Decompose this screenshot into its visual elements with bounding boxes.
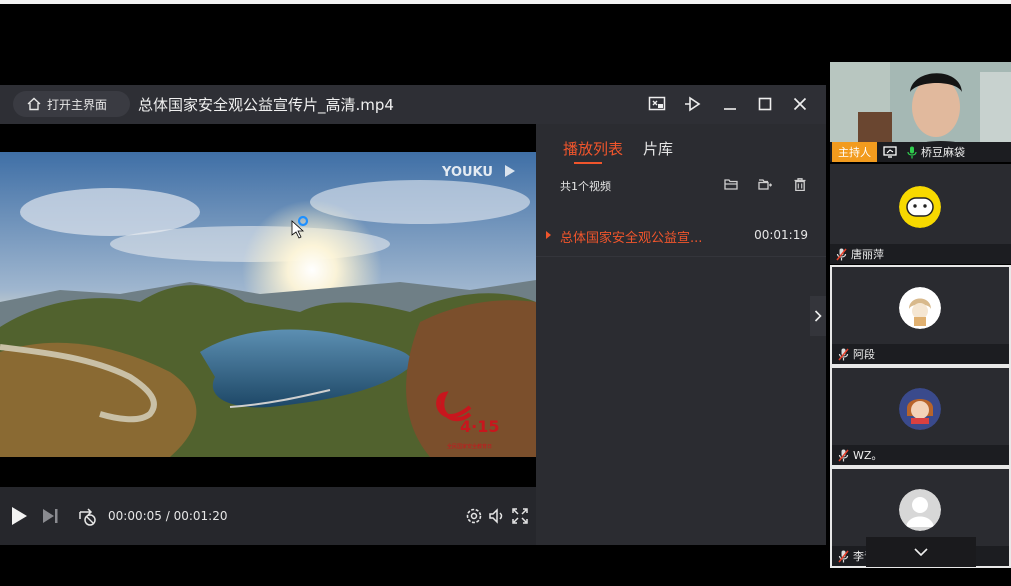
participant-tile[interactable]: 主持人 桥豆麻袋 [830, 62, 1011, 162]
add-to-list-icon[interactable] [757, 176, 773, 192]
playlist-item-duration: 00:01:19 [754, 228, 808, 242]
host-badge: 主持人 [832, 142, 877, 162]
participant-name: 阿段 [853, 348, 875, 361]
pin-icon[interactable] [684, 95, 702, 113]
top-border [0, 0, 1011, 4]
participant-namebar: 阿段 [832, 344, 1009, 364]
loop-icon[interactable] [76, 505, 98, 527]
youku-watermark-text: YOUKU [441, 165, 493, 180]
mic-muted-icon [838, 348, 849, 361]
maximize-icon[interactable] [756, 95, 774, 113]
mic-muted-icon [836, 248, 847, 261]
playlist-item[interactable]: 总体国家安全观公益宣... 00:01:19 [536, 216, 826, 257]
participant-name: 桥豆麻袋 [921, 146, 965, 159]
participant-namebar: WZ。 [832, 445, 1009, 465]
video-scene: YOUKU 4·15 全民国家安全教育日 [0, 152, 536, 457]
open-folder-icon[interactable] [723, 176, 739, 192]
settings-icon[interactable] [463, 505, 485, 527]
time-display: 00:00:05 / 00:01:20 [108, 509, 228, 523]
participant-tile[interactable]: 阿段 [830, 265, 1011, 366]
mini-mode-icon[interactable] [648, 95, 666, 113]
participant-tile[interactable]: 唐丽萍 [830, 164, 1011, 264]
playing-indicator-icon [546, 231, 551, 239]
badge-caption: 全民国家安全教育日 [447, 443, 492, 450]
scroll-down-button[interactable] [866, 537, 976, 567]
video-title: 总体国家安全观公益宣传片_高清.mp4 [138, 96, 394, 114]
participant-name: 唐丽萍 [851, 248, 884, 261]
mic-muted-icon [838, 449, 849, 462]
avatar [899, 186, 941, 228]
open-main-label: 打开主界面 [47, 97, 108, 112]
collapse-playlist-button[interactable] [810, 296, 826, 336]
screen-share-icon [883, 146, 897, 158]
chevron-right-icon [814, 310, 822, 322]
badge-number: 4·15 [460, 417, 499, 436]
mic-on-icon [907, 146, 917, 159]
home-icon [27, 97, 41, 111]
play-button[interactable] [8, 505, 30, 527]
video-player-window: 打开主界面 总体国家安全观公益宣传片_高清.mp4 YOUKU 4·15 全民国… [0, 85, 826, 545]
fullscreen-icon[interactable] [509, 505, 531, 527]
participant-namebar: 主持人 桥豆麻袋 [830, 142, 1011, 162]
playlist-panel: 播放列表 片库 共1个视频 总体国家安全观公益宣... 00:01:19 [536, 124, 826, 545]
playback-controls: 00:00:05 / 00:01:20 [0, 487, 536, 545]
playlist-item-name: 总体国家安全观公益宣... [560, 231, 703, 246]
video-frame[interactable]: YOUKU 4·15 全民国家安全教育日 [0, 152, 536, 457]
open-main-button[interactable]: 打开主界面 [13, 91, 130, 117]
chevron-down-icon [914, 548, 928, 556]
tab-playlist[interactable]: 播放列表 [563, 138, 623, 159]
video-stage[interactable]: YOUKU 4·15 全民国家安全教育日 [0, 124, 536, 487]
volume-icon[interactable] [486, 505, 508, 527]
avatar [899, 287, 941, 329]
tab-library[interactable]: 片库 [643, 138, 673, 159]
video-count: 共1个视频 [560, 180, 611, 193]
mic-muted-icon [838, 550, 849, 563]
participant-name: WZ。 [853, 449, 883, 462]
minimize-icon[interactable] [721, 95, 739, 113]
participants-panel: 主持人 桥豆麻袋 唐丽萍 阿段 WZ。 [830, 62, 1011, 568]
tab-underline [574, 162, 602, 164]
title-bar[interactable]: 打开主界面 总体国家安全观公益宣传片_高清.mp4 [0, 85, 826, 124]
avatar [899, 489, 941, 531]
delete-icon[interactable] [792, 176, 808, 192]
close-icon[interactable] [791, 95, 809, 113]
participant-tile[interactable]: WZ。 [830, 366, 1011, 467]
participant-namebar: 唐丽萍 [830, 244, 1011, 264]
avatar [899, 388, 941, 430]
next-button[interactable] [39, 505, 61, 527]
